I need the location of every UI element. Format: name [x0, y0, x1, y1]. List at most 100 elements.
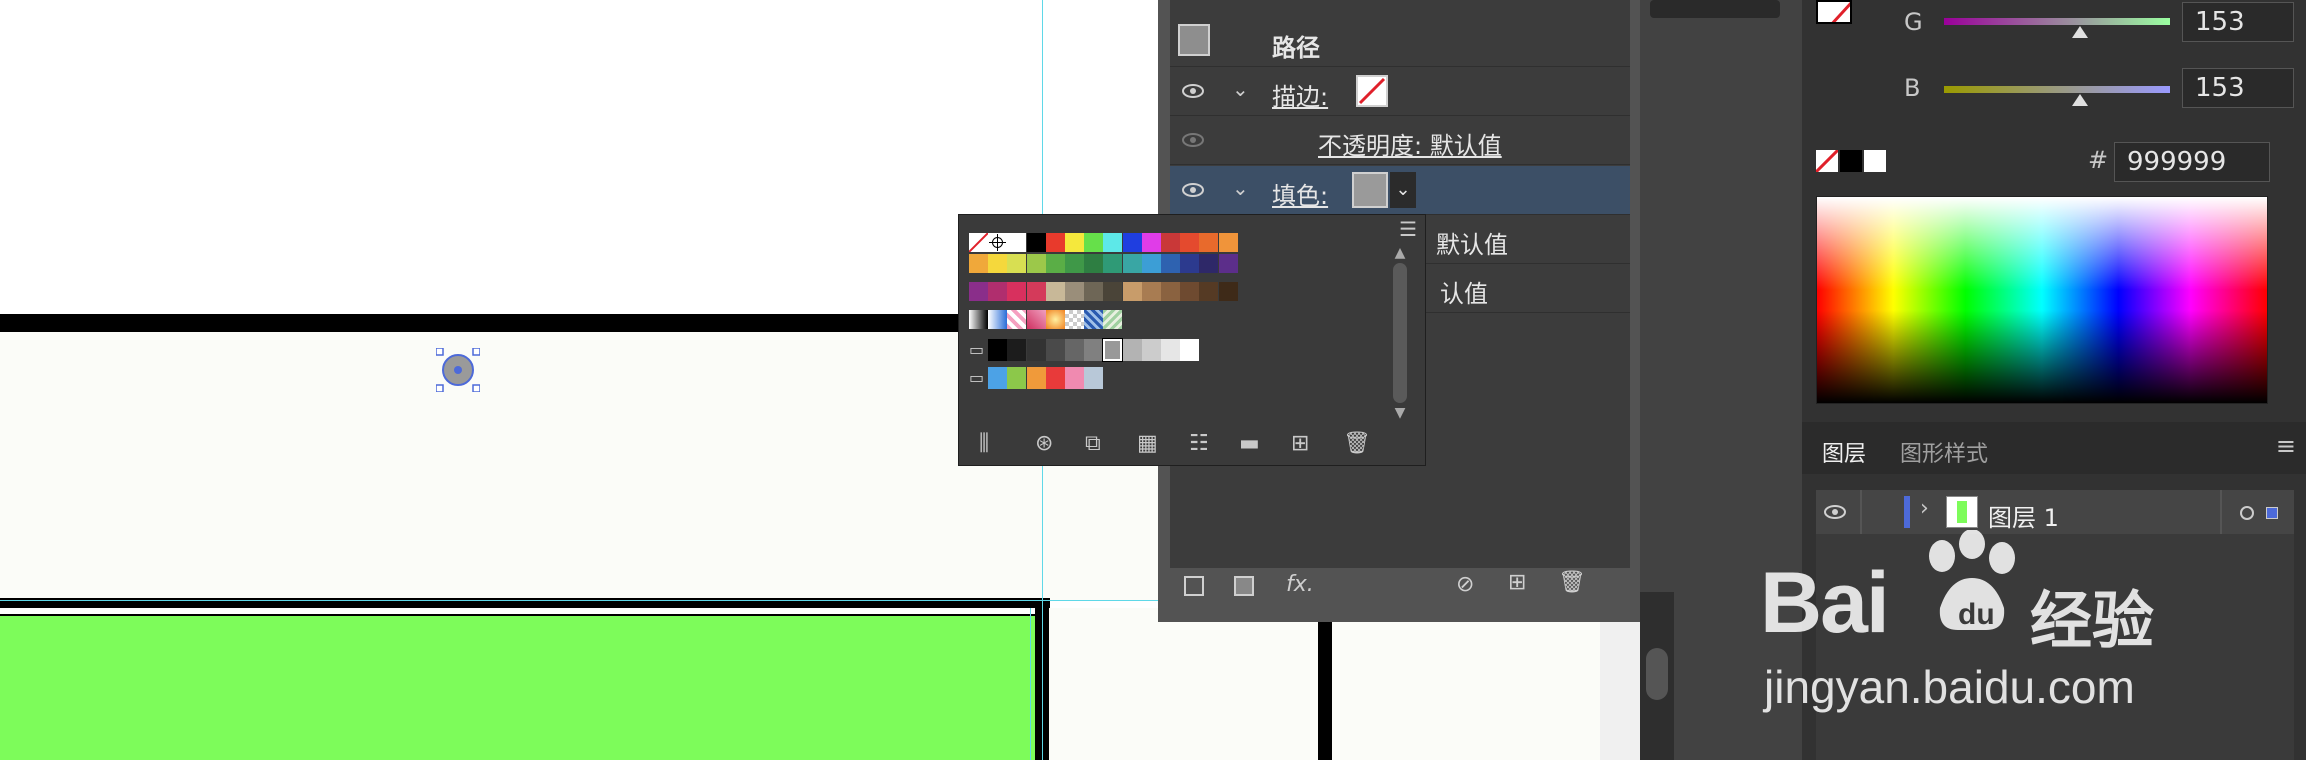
- layer-row[interactable]: › 图层 1: [1816, 490, 2294, 534]
- new-swatch-icon[interactable]: ⊞: [1291, 431, 1309, 456]
- swatch-color[interactable]: [1045, 339, 1065, 361]
- swatch-color[interactable]: [1161, 254, 1180, 273]
- swatch-color[interactable]: [1007, 282, 1027, 301]
- color-spectrum[interactable]: [1816, 196, 2268, 404]
- panel-menu-icon[interactable]: ≡: [2276, 432, 2296, 460]
- swatch-color[interactable]: [1007, 254, 1027, 273]
- swatch-color[interactable]: [1084, 282, 1104, 301]
- swatch-color[interactable]: [1180, 254, 1200, 273]
- swatch-color[interactable]: [1122, 282, 1142, 301]
- new-color-group-icon[interactable]: ☷: [1189, 431, 1209, 456]
- swatch-registration[interactable]: [988, 233, 1008, 252]
- fill-label[interactable]: 填色:: [1272, 176, 1328, 211]
- eye-icon[interactable]: [1824, 505, 1846, 519]
- swatch-pattern[interactable]: [988, 310, 1008, 329]
- swatch-color[interactable]: [1065, 367, 1084, 389]
- swatch-color[interactable]: [1103, 254, 1123, 273]
- swatch-color[interactable]: [1180, 233, 1200, 252]
- swatch-pattern[interactable]: [1026, 310, 1046, 329]
- chevron-down-icon[interactable]: ⌄: [1232, 77, 1249, 101]
- list-view-icon[interactable]: ☰: [1399, 217, 1417, 241]
- stroke-opacity-label[interactable]: 不透明度: 默认值: [1318, 126, 1502, 161]
- swatch-color[interactable]: [1141, 339, 1161, 361]
- g-slider-thumb[interactable]: [2071, 26, 2088, 38]
- swatch-color[interactable]: [1103, 282, 1123, 301]
- delete-swatch-icon[interactable]: 🗑: [1343, 431, 1371, 456]
- swatch-color[interactable]: [1026, 233, 1046, 252]
- swatch-libraries-icon[interactable]: ⫼: [979, 431, 989, 456]
- swatch-color[interactable]: [988, 254, 1008, 273]
- swatch-color[interactable]: [988, 367, 1008, 389]
- b-slider-track[interactable]: [1944, 86, 2170, 93]
- add-new-fill-icon[interactable]: [1234, 576, 1254, 596]
- swatch-color[interactable]: [1122, 233, 1142, 252]
- folder-icon[interactable]: ▬: [1239, 431, 1260, 456]
- swatch-color[interactable]: [1141, 233, 1161, 252]
- swatch-color[interactable]: [1065, 254, 1084, 273]
- g-value-input[interactable]: 153: [2182, 2, 2294, 42]
- swatch-color[interactable]: [1084, 339, 1104, 361]
- swatch-color[interactable]: [1161, 282, 1180, 301]
- swatch-color[interactable]: [1218, 233, 1238, 252]
- swatch-color[interactable]: [1103, 233, 1123, 252]
- trash-icon[interactable]: 🗑: [1558, 570, 1586, 595]
- duplicate-item-icon[interactable]: ⊞: [1508, 570, 1526, 595]
- swatch-color[interactable]: [1065, 339, 1084, 361]
- swatch-scrollbar[interactable]: ▲ ▼: [1389, 245, 1411, 433]
- swatch-color[interactable]: [1084, 367, 1104, 389]
- swatch-color[interactable]: [1026, 254, 1046, 273]
- add-new-stroke-icon[interactable]: [1184, 576, 1204, 596]
- swatch-color[interactable]: [1141, 282, 1161, 301]
- b-value-input[interactable]: 153: [2182, 68, 2294, 108]
- swatch-color[interactable]: [1026, 367, 1046, 389]
- swatch-pattern[interactable]: [1084, 310, 1104, 329]
- tab-layers[interactable]: 图层: [1822, 436, 1866, 468]
- swatch-pattern[interactable]: [1065, 310, 1084, 329]
- swatch-color[interactable]: [1045, 367, 1065, 389]
- hex-value-input[interactable]: 999999: [2114, 142, 2270, 182]
- green-rectangle[interactable]: [0, 614, 1035, 760]
- b-slider-thumb[interactable]: [2071, 94, 2088, 106]
- swatch-pattern[interactable]: [1103, 310, 1123, 329]
- swatch-color[interactable]: [1141, 254, 1161, 273]
- layer-name[interactable]: 图层 1: [1988, 498, 2059, 533]
- swatch-color[interactable]: [1161, 339, 1180, 361]
- tab-graphic-styles[interactable]: 图形样式: [1900, 436, 1988, 468]
- target-icon[interactable]: [2240, 506, 2254, 520]
- black-color-swatch[interactable]: [1840, 150, 1862, 172]
- scrollbar-thumb[interactable]: [1393, 263, 1407, 403]
- eye-icon[interactable]: [1182, 183, 1204, 197]
- swatch-none[interactable]: [968, 232, 989, 253]
- swatch-color[interactable]: [1045, 233, 1065, 252]
- opacity-value[interactable]: 认值: [1440, 274, 1488, 309]
- swatch-pattern[interactable]: [969, 310, 988, 329]
- swatch-color[interactable]: [1007, 233, 1027, 252]
- swatch-pattern[interactable]: [1007, 310, 1027, 329]
- swatch-color[interactable]: [988, 282, 1008, 301]
- clear-appearance-icon[interactable]: ⊘: [1456, 572, 1474, 597]
- swatch-selected[interactable]: [1102, 338, 1124, 362]
- selection-indicator[interactable]: [2266, 507, 2278, 519]
- dock-tool-button[interactable]: [1650, 0, 1780, 18]
- swatch-color[interactable]: [1161, 233, 1180, 252]
- swatch-color[interactable]: [1180, 339, 1200, 361]
- swatch-color[interactable]: [1199, 254, 1219, 273]
- none-color-swatch[interactable]: [1816, 150, 1838, 172]
- swatch-kind-icon[interactable]: ⊛: [1035, 431, 1053, 456]
- dock-scroll-track[interactable]: [1640, 592, 1674, 760]
- fill-color-swatch[interactable]: [1352, 172, 1388, 208]
- swatch-color[interactable]: [1045, 254, 1065, 273]
- swatch-color[interactable]: [969, 254, 988, 273]
- fill-opacity-value[interactable]: 默认值: [1436, 225, 1508, 260]
- swatch-color[interactable]: [1065, 282, 1084, 301]
- swatch-color[interactable]: [1084, 254, 1104, 273]
- dock-scroll-thumb[interactable]: [1646, 648, 1668, 700]
- swatch-color[interactable]: [1218, 282, 1238, 301]
- appearance-row-fill[interactable]: ⌄ 填色: ⌄: [1170, 166, 1630, 215]
- swatch-color[interactable]: [1218, 254, 1238, 273]
- eye-icon[interactable]: [1182, 84, 1204, 98]
- swatch-color[interactable]: [1026, 339, 1046, 361]
- swatch-color[interactable]: [1122, 254, 1142, 273]
- fill-stroke-proxy[interactable]: [1816, 0, 1852, 24]
- swatch-color[interactable]: [1026, 282, 1046, 301]
